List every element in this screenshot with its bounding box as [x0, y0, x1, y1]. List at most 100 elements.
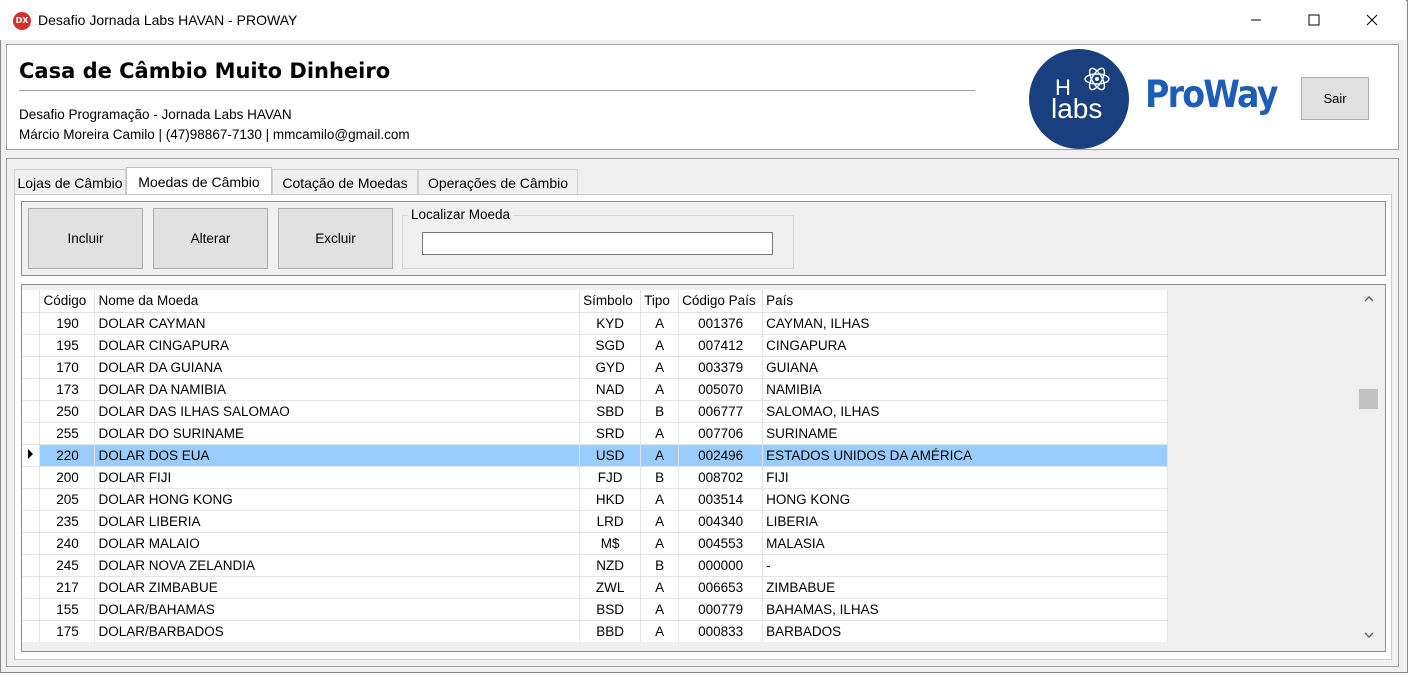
column-header-pais[interactable]: País — [762, 290, 1168, 313]
cell-nome[interactable]: DOLAR ZIMBABUE — [94, 576, 581, 599]
cell-nome[interactable]: DOLAR DA NAMIBIA — [94, 378, 581, 401]
cell-tipo[interactable]: A — [640, 356, 680, 379]
scroll-down-button[interactable] — [1358, 626, 1379, 644]
search-input[interactable] — [422, 232, 773, 255]
cell-simbolo[interactable]: LRD — [579, 510, 642, 533]
cell-tipo[interactable]: A — [640, 576, 680, 599]
column-header-codigo[interactable]: Código — [39, 290, 96, 313]
tab-moedas-de-cambio[interactable]: Moedas de Câmbio — [126, 167, 272, 196]
cell-simbolo[interactable]: USD — [579, 444, 642, 467]
minimize-button[interactable] — [1227, 0, 1285, 40]
cell-simbolo[interactable]: ZWL — [579, 576, 642, 599]
row-indicator[interactable] — [22, 444, 41, 467]
cell-codigo[interactable]: 220 — [39, 444, 96, 467]
cell-pais[interactable]: - — [762, 554, 1168, 577]
cell-tipo[interactable]: A — [640, 334, 680, 357]
cell-simbolo[interactable]: GYD — [579, 356, 642, 379]
row-indicator[interactable] — [22, 554, 41, 577]
cell-codigo[interactable]: 205 — [39, 488, 96, 511]
table-row[interactable]: 245 DOLAR NOVA ZELANDIA NZD B 000000- — [22, 554, 1168, 577]
cell-codigo-pais[interactable]: 001376 — [678, 312, 764, 335]
cell-nome[interactable]: DOLAR LIBERIA — [94, 510, 581, 533]
row-indicator[interactable] — [22, 532, 41, 555]
cell-tipo[interactable]: A — [640, 488, 680, 511]
cell-pais[interactable]: NAMIBIA — [762, 378, 1168, 401]
row-indicator[interactable] — [22, 334, 41, 357]
cell-simbolo[interactable]: SBD — [579, 400, 642, 423]
cell-codigo[interactable]: 175 — [39, 620, 96, 642]
cell-pais[interactable]: BARBADOS — [762, 620, 1168, 642]
cell-codigo-pais[interactable]: 006777 — [678, 400, 764, 423]
cell-codigo-pais[interactable]: 007706 — [678, 422, 764, 445]
table-row[interactable]: 173 DOLAR DA NAMIBIA NAD A 005070 NAMIBIA — [22, 378, 1168, 401]
table-row[interactable]: 205 DOLAR HONG KONG HKD A 003514 HONG KONG — [22, 488, 1168, 511]
cell-pais[interactable]: ESTADOS UNIDOS DA AMÉRICA — [762, 444, 1168, 467]
cell-simbolo[interactable]: HKD — [579, 488, 642, 511]
cell-nome[interactable]: DOLAR DAS ILHAS SALOMAO — [94, 400, 581, 423]
cell-codigo-pais[interactable]: 004340 — [678, 510, 764, 533]
column-header-simbolo[interactable]: Símbolo — [579, 290, 642, 313]
row-indicator[interactable] — [22, 400, 41, 423]
row-indicator[interactable] — [22, 510, 41, 533]
vertical-scrollbar[interactable] — [1358, 290, 1379, 644]
cell-codigo[interactable]: 250 — [39, 400, 96, 423]
cell-codigo[interactable]: 195 — [39, 334, 96, 357]
cell-tipo[interactable]: B — [640, 554, 680, 577]
add-button[interactable]: Incluir — [28, 208, 143, 269]
cell-pais[interactable]: CINGAPURA — [762, 334, 1168, 357]
row-indicator[interactable] — [22, 378, 41, 401]
table-row[interactable]: 217 DOLAR ZIMBABUE ZWL A 006653 ZIMBABUE — [22, 576, 1168, 599]
cell-pais[interactable]: SALOMAO, ILHAS — [762, 400, 1168, 423]
cell-simbolo[interactable]: M$ — [579, 532, 642, 555]
cell-nome[interactable]: DOLAR NOVA ZELANDIA — [94, 554, 581, 577]
cell-pais[interactable]: CAYMAN, ILHAS — [762, 312, 1168, 335]
row-indicator[interactable] — [22, 466, 41, 489]
table-row[interactable]: 240 DOLAR MALAIO M$ A 004553 MALASIA — [22, 532, 1168, 555]
row-indicator[interactable] — [22, 356, 41, 379]
cell-simbolo[interactable]: KYD — [579, 312, 642, 335]
column-header-tipo[interactable]: Tipo — [640, 290, 680, 313]
table-row[interactable]: 190 DOLAR CAYMAN KYD A 001376 CAYMAN, ILHAS — [22, 312, 1168, 335]
row-indicator[interactable] — [22, 576, 41, 599]
cell-simbolo[interactable]: FJD — [579, 466, 642, 489]
cell-codigo[interactable]: 200 — [39, 466, 96, 489]
maximize-button[interactable] — [1285, 0, 1343, 40]
row-indicator[interactable] — [22, 620, 41, 642]
cell-codigo-pais[interactable]: 008702 — [678, 466, 764, 489]
tab-lojas-de-cambio[interactable]: Lojas de Câmbio — [14, 169, 126, 195]
cell-codigo-pais[interactable]: 000000 — [678, 554, 764, 577]
cell-tipo[interactable]: A — [640, 444, 680, 467]
cell-nome[interactable]: DOLAR/BARBADOS — [94, 620, 581, 642]
cell-codigo-pais[interactable]: 007412 — [678, 334, 764, 357]
row-indicator[interactable] — [22, 312, 41, 335]
cell-nome[interactable]: DOLAR/BAHAMAS — [94, 598, 581, 621]
cell-tipo[interactable]: A — [640, 620, 680, 642]
cell-simbolo[interactable]: SRD — [579, 422, 642, 445]
cell-nome[interactable]: DOLAR HONG KONG — [94, 488, 581, 511]
table-row[interactable]: 250 DOLAR DAS ILHAS SALOMAO SBD B 006777 SALO… — [22, 400, 1168, 423]
table-row[interactable]: 175 DOLAR/BARBADOS BBD A 000833 BARBADOS — [22, 620, 1168, 642]
cell-tipo[interactable]: B — [640, 466, 680, 489]
cell-codigo-pais[interactable]: 000833 — [678, 620, 764, 642]
tab-operacoes-de-cambio[interactable]: Operações de Câmbio — [418, 169, 578, 195]
scroll-up-button[interactable] — [1358, 290, 1379, 308]
cell-codigo-pais[interactable]: 003379 — [678, 356, 764, 379]
grid-viewport[interactable]: Código Nome da Moeda Símbolo Tipo Código… — [22, 290, 1168, 642]
cell-codigo-pais[interactable]: 002496 — [678, 444, 764, 467]
cell-pais[interactable]: ZIMBABUE — [762, 576, 1168, 599]
cell-pais[interactable]: BAHAMAS, ILHAS — [762, 598, 1168, 621]
cell-pais[interactable]: LIBERIA — [762, 510, 1168, 533]
cell-codigo[interactable]: 217 — [39, 576, 96, 599]
row-indicator[interactable] — [22, 422, 41, 445]
close-button[interactable] — [1343, 0, 1401, 40]
cell-tipo[interactable]: A — [640, 532, 680, 555]
cell-codigo-pais[interactable]: 000779 — [678, 598, 764, 621]
cell-tipo[interactable]: A — [640, 312, 680, 335]
column-header-codigo-pais[interactable]: Código País — [678, 290, 764, 313]
cell-codigo[interactable]: 240 — [39, 532, 96, 555]
cell-codigo-pais[interactable]: 005070 — [678, 378, 764, 401]
cell-codigo[interactable]: 235 — [39, 510, 96, 533]
cell-tipo[interactable]: A — [640, 510, 680, 533]
cell-nome[interactable]: DOLAR DO SURINAME — [94, 422, 581, 445]
cell-nome[interactable]: DOLAR DOS EUA — [94, 444, 581, 467]
